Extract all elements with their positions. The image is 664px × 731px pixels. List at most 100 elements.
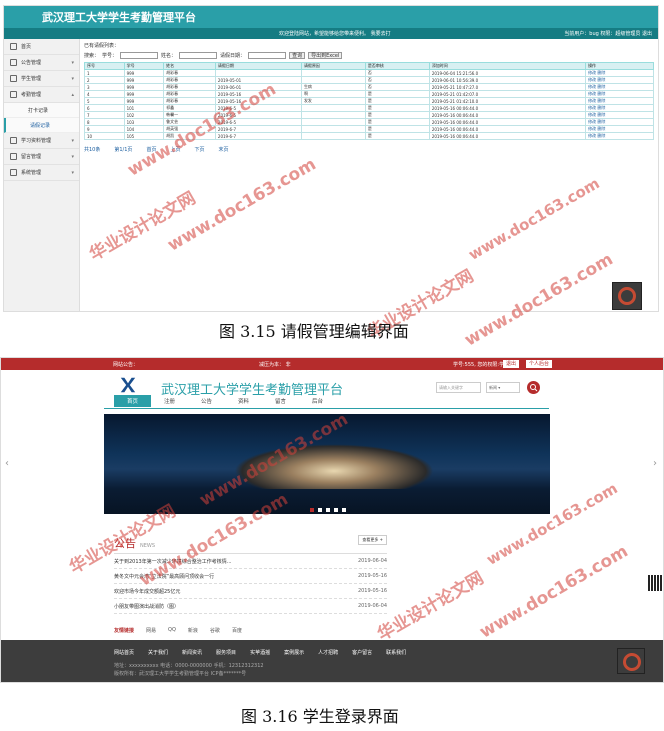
current-user-text[interactable]: 当前用户：bug 权限：超级管理员 退出 [564, 30, 652, 37]
sidebar-subitem-label: 打卡记录 [28, 107, 49, 114]
table-body: 1 999 胡彩春否 2019-06-04 15:21:56.0 修改 删除 2 999 胡彩… [84, 69, 654, 140]
leave-date-input[interactable] [248, 52, 287, 59]
footer-nav-item[interactable]: 实苹酒摇 [250, 649, 270, 656]
footer-nav-item[interactable]: 网站首页 [114, 649, 134, 656]
message-icon [10, 153, 17, 160]
table-row: 10 105 胡凯 2019-6-7 是 2019-05-16 00:06:44.0 修改 … [84, 132, 654, 140]
export-excel-button[interactable]: 导出到Excel [308, 52, 343, 59]
news-item[interactable]: 欢迎市场今年成交额超25亿元 2019-05-16 [114, 584, 387, 599]
pager-link[interactable]: 首页 [146, 146, 156, 153]
table-cell [214, 69, 302, 77]
people-icon [10, 75, 17, 82]
news-item[interactable]: 小朋友带图演出战消防（图） 2019-06-04 [114, 599, 387, 614]
news-item[interactable]: 关于到2013年第一次减少环境综合整治工作考核情... 2019-06-04 [114, 554, 387, 569]
name-label: 姓名： [161, 53, 177, 59]
row-actions[interactable]: 修改 删除 [585, 132, 654, 140]
news-list: 关于到2013年第一次减少环境综合整治工作考核情... 2019-06-04 黄冬文… [114, 554, 387, 614]
table-cell: 1 [84, 69, 125, 77]
row-actions[interactable]: 修改 删除 [585, 76, 654, 84]
sidebar-item-system[interactable]: 系统管理 ▾ [4, 165, 79, 181]
nav-register[interactable]: 注册 [151, 395, 188, 407]
personal-backend-button[interactable]: 个人后台 [526, 360, 553, 368]
footer-nav-item[interactable]: 人才招聘 [318, 649, 338, 656]
main-nav: 首页 注册 公告 资料 留言 后台 [114, 395, 336, 407]
carousel-dot[interactable] [326, 508, 330, 512]
link-item[interactable]: QQ [168, 627, 176, 634]
footer-nav-item[interactable]: 联系我们 [386, 649, 406, 656]
pager-link[interactable]: 下页 [194, 146, 204, 153]
search-input[interactable]: 请输入关键字 [436, 382, 481, 393]
sidebar-item-students[interactable]: 学生管理 ▾ [4, 71, 79, 87]
table-cell: 否 [364, 83, 430, 91]
carousel-prev-icon[interactable]: ‹ [5, 458, 9, 469]
logout-button[interactable]: 退出 [503, 360, 520, 368]
view-more-button[interactable]: 查看更多 + [358, 535, 387, 545]
row-actions[interactable]: 修改 删除 [585, 111, 654, 119]
news-item[interactable]: 黄冬文中元会湾“立法院”最高顾问顶收会一行 2019-05-16 [114, 569, 387, 584]
footer-nav-item[interactable]: 案例展示 [284, 649, 304, 656]
carousel-dot[interactable] [318, 508, 322, 512]
link-item[interactable]: 网易 [146, 627, 156, 634]
sidebar-item-materials[interactable]: 学习资料管理 ▾ [4, 133, 79, 149]
carousel-dot[interactable] [342, 508, 346, 512]
name-input[interactable] [179, 52, 218, 59]
carousel-dot[interactable] [310, 508, 314, 512]
sidebar-item-notice[interactable]: 公告管理 ▾ [4, 55, 79, 71]
nav-home[interactable]: 首页 [114, 395, 151, 407]
query-button[interactable]: 查询 [289, 52, 306, 59]
admin-subbar: 欢迎登陆网站，希望能够给您带来便利。 我要去打 当前用户：bug 权限：超级管理… [4, 28, 658, 39]
search-icon [530, 384, 538, 392]
row-actions[interactable]: 修改 删除 [585, 104, 654, 112]
column-header: 操作 [585, 62, 654, 70]
grid-icon [10, 59, 17, 66]
nav-messages[interactable]: 留言 [262, 395, 299, 407]
pagination: 共10条 第1/1页 首页 上页 下页 末页 [84, 146, 654, 153]
footer-nav-item[interactable]: 服务项目 [216, 649, 236, 656]
row-actions[interactable]: 修改 删除 [585, 90, 654, 98]
link-item[interactable]: 百度 [232, 627, 242, 634]
table-cell: 发发 [300, 97, 366, 105]
search-category-value: 新闻 [489, 385, 497, 390]
table-cell: 胡彩春 [163, 90, 216, 98]
table-cell: 2019-05-21 01:42:07.0 [428, 90, 587, 98]
pager-link[interactable]: 上页 [170, 146, 180, 153]
footer-nav-item[interactable]: 关于我们 [148, 649, 168, 656]
search-button[interactable] [527, 381, 540, 394]
search-category-select[interactable]: 新闻 ▾ [486, 382, 520, 393]
nav-notice[interactable]: 公告 [188, 395, 225, 407]
carousel-dot[interactable] [334, 508, 338, 512]
row-actions[interactable]: 修改 删除 [585, 97, 654, 105]
news-item-date: 2019-05-16 [357, 573, 387, 579]
table-cell: 3 [84, 83, 125, 91]
sidebar-subitem-punch[interactable]: 打卡记录 [4, 103, 79, 118]
sidebar-item-messages[interactable]: 留言管理 ▾ [4, 149, 79, 165]
table-cell [300, 76, 366, 84]
pager-link[interactable]: 末页 [218, 146, 228, 153]
link-item[interactable]: 新浪 [188, 627, 198, 634]
sidebar-subitem-leave[interactable]: 请假记录 [4, 118, 79, 133]
friend-links: 友情链接 网易 QQ 新浪 谷歌 百度 [114, 627, 242, 634]
news-item-title: 黄冬文中元会湾“立法院”最高顾问顶收会一行 [114, 573, 215, 580]
table-cell: 2019-05-16 00:06:44.0 [428, 111, 587, 119]
row-actions[interactable]: 修改 删除 [585, 118, 654, 126]
footer-nav-item[interactable]: 客户留言 [352, 649, 372, 656]
sidebar-item-label: 首页 [21, 44, 32, 50]
nav-backend[interactable]: 后台 [299, 395, 336, 407]
table-cell: 103 [123, 118, 165, 126]
nav-materials[interactable]: 资料 [225, 395, 262, 407]
link-item[interactable]: 谷歌 [210, 627, 220, 634]
sidebar-item-home[interactable]: 首页 [4, 39, 79, 55]
news-item-title: 欢迎市场今年成交额超25亿元 [114, 588, 181, 595]
row-actions[interactable]: 修改 删除 [585, 83, 654, 91]
pager-info: 共10条 [84, 147, 101, 153]
footer-nav-item[interactable]: 新闻资讯 [182, 649, 202, 656]
home-icon [10, 43, 17, 50]
sidebar-item-attendance[interactable]: 考勤管理 ▴ [4, 87, 79, 103]
chevron-down-icon: ▾ [71, 169, 74, 176]
row-actions[interactable]: 修改 删除 [585, 125, 654, 133]
row-actions[interactable]: 修改 删除 [585, 69, 654, 77]
student-id-input[interactable] [120, 52, 159, 59]
table-cell: 是 [364, 111, 430, 119]
qr-code-icon [648, 575, 662, 591]
carousel-next-icon[interactable]: › [653, 458, 657, 469]
